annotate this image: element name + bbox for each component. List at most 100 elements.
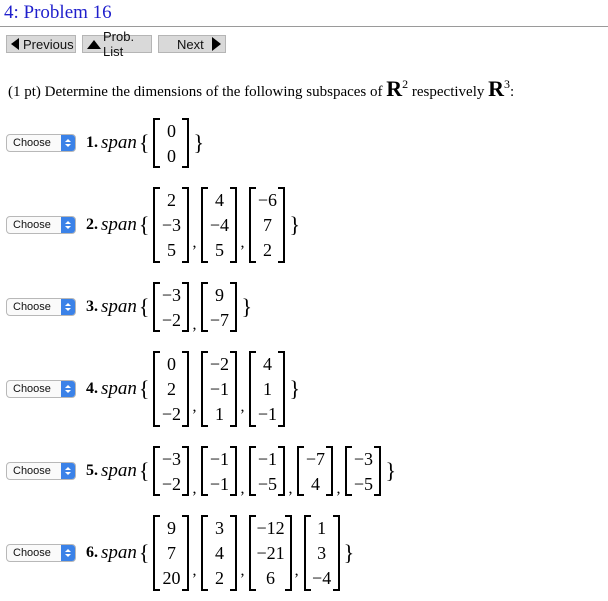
vector-entry: 2 [214,568,224,589]
real-space-symbol: R [386,76,403,101]
select-value: Choose [13,301,51,313]
select-value: Choose [13,137,51,149]
comma: , [192,316,197,333]
vector-entry: −3 [353,448,374,469]
comma: , [288,480,293,497]
vector-entry: 2 [166,378,176,399]
statement-end: : [510,84,515,100]
problem-row: Choose 6. span{9 7 20, 3 4 2, −12 −21 6, 1 3 −4} [6,515,356,591]
dimension-select[interactable]: Choose [6,544,76,562]
close-brace: } [385,458,397,483]
select-value: Choose [13,383,51,395]
vector-entry: −5 [257,473,278,494]
problem-row: Choose 2. span{2 −3 5, 4 −4 5, −6 7 2} [6,187,302,263]
statement-middle: respectively [408,84,489,100]
open-brace: { [138,540,150,565]
column-vector: −3 −5 [345,446,382,496]
column-vector: −1 −1 [201,446,238,496]
vector-entry: 7 [262,214,272,235]
vector-entry: −5 [353,473,374,494]
vector-entry: −1 [209,448,230,469]
vector-entry: −2 [161,404,182,425]
dimension-select[interactable]: Choose [6,380,76,398]
open-brace: { [138,458,150,483]
dimension-select[interactable]: Choose [6,298,76,316]
vector-entry: −4 [312,568,332,589]
problem-list-button[interactable]: Prob. List [82,29,152,59]
vector-entry: −3 [161,214,182,235]
problem-label: 1. [86,134,98,151]
vector-entry: 5 [166,240,176,261]
column-vector: 4 1 −1 [249,351,286,427]
vector-entry: 0 [166,353,176,374]
arrow-right-icon [212,37,221,51]
exponent-two: 2 [402,77,409,91]
vector-entry: 4 [214,542,224,563]
problem-label: 6. [86,544,98,561]
title-divider [0,26,608,27]
comma: , [192,398,197,415]
problem-row: Choose 1. span{0 0} [6,108,206,178]
select-arrows-icon [61,217,75,233]
vector-entry: 0 [166,145,176,166]
close-brace: } [289,376,301,401]
column-vector: 00 [153,118,190,168]
close-brace: } [193,130,205,155]
select-arrows-icon [61,463,75,479]
column-vector: −2 −1 1 [201,351,238,427]
next-label: Next [177,36,204,52]
vector-entry: −1 [209,473,230,494]
span-word: span [101,542,137,563]
vector-entry: 9 [166,517,176,538]
problem-label: 5. [86,462,98,479]
column-vector: −7 4 [297,446,334,496]
comma: , [294,562,299,579]
column-vector: 3 4 2 [201,515,238,591]
select-arrows-icon [61,299,75,315]
vector-entry: 2 [166,189,176,210]
vector-entry: −1 [257,448,278,469]
vector-entry: −4 [209,214,230,235]
vector-entry: 1 [317,517,327,538]
column-vector: 0 2 −2 [153,351,190,427]
dimension-select[interactable]: Choose [6,216,76,234]
vector-entry: 4 [262,353,272,374]
arrow-up-icon [87,39,101,49]
vector-entry: 4 [310,473,320,494]
close-brace: } [289,212,301,237]
vector-entry: 0 [166,120,176,141]
close-brace: } [241,294,253,319]
span-word: span [101,132,137,153]
column-vector: −6 7 2 [249,187,286,263]
vector-entry: −2 [161,309,182,330]
comma: , [192,562,197,579]
problem-statement: (1 pt) Determine the dimensions of the f… [8,76,514,102]
next-button[interactable]: Next [158,35,226,53]
vector-entry: −21 [256,542,285,563]
comma: , [336,480,341,497]
select-value: Choose [13,547,51,559]
open-brace: { [138,212,150,237]
dimension-select[interactable]: Choose [6,134,76,152]
column-vector: −3 −2 [153,282,190,332]
vector-entry: −1 [209,378,230,399]
vector-entry: 7 [166,542,176,563]
open-brace: { [138,130,150,155]
page-title: 4: Problem 16 [4,2,112,23]
dimension-select[interactable]: Choose [6,462,76,480]
vector-entry: 4 [214,189,224,210]
problem-label: 3. [86,298,98,315]
column-vector: 9 7 20 [153,515,190,591]
vector-entry: 6 [266,568,276,589]
open-brace: { [138,376,150,401]
span-word: span [101,378,137,399]
vector-entry: −2 [161,473,182,494]
select-value: Choose [13,219,51,231]
statement-text: (1 pt) Determine the dimensions of the f… [8,84,387,100]
previous-button[interactable]: Previous [6,35,76,53]
vector-entry: 5 [214,240,224,261]
comma: , [240,234,245,251]
vector-entry: −2 [209,353,230,374]
vector-entry: 9 [214,284,224,305]
column-vector: −3 −2 [153,446,190,496]
